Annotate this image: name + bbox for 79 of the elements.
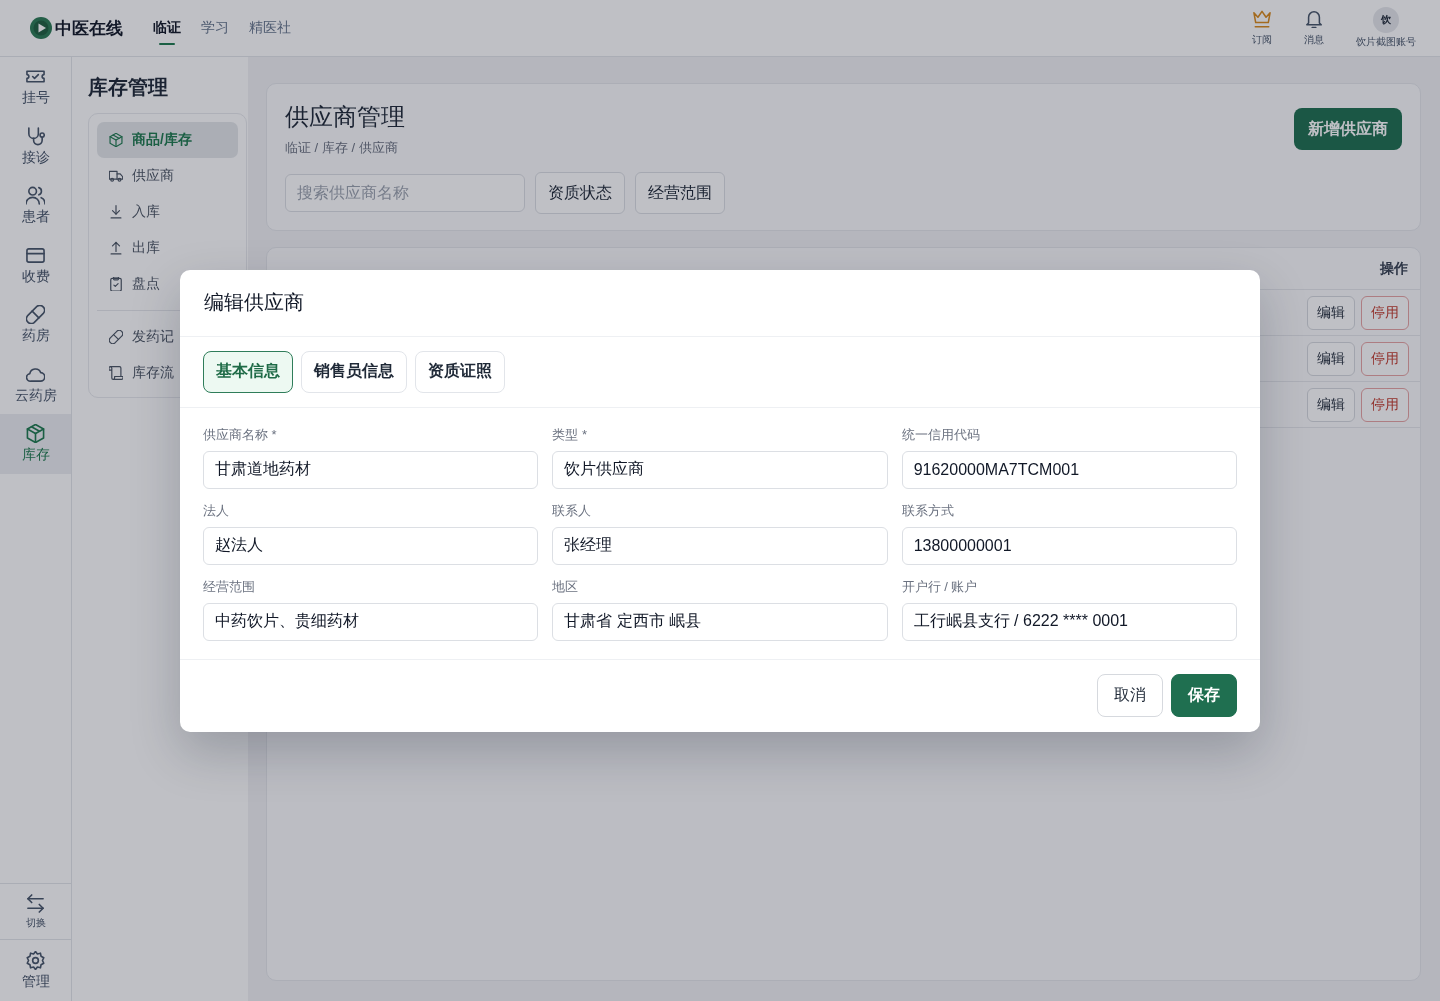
field-label: 供应商名称 * (203, 426, 277, 443)
input-field[interactable]: 张经理 (552, 526, 888, 565)
scroll-icon (109, 366, 123, 380)
field-label: 经营范围 (203, 578, 255, 595)
stethoscope-icon (26, 126, 45, 146)
save-button[interactable]: 保存 (1171, 673, 1237, 717)
search-field[interactable]: 搜索供应商名称 (285, 174, 525, 212)
input-field[interactable]: 饮片供应商 (552, 450, 888, 489)
input-field[interactable]: 中药饮片、贵细药材 (203, 602, 539, 641)
cancel-button[interactable]: 取消 (1097, 673, 1163, 717)
box-icon (26, 424, 45, 444)
field-label: 统一信用代码 (901, 426, 980, 443)
edit-button[interactable]: 编辑 (1307, 295, 1355, 330)
upload-icon (109, 241, 123, 255)
input-field[interactable]: 工行岷县支行 / 6222 **** 0001 (901, 602, 1237, 641)
nav-tab[interactable]: 临证 (153, 0, 181, 56)
section-title: 库存管理 (88, 75, 169, 100)
field-label: 法人 (203, 502, 229, 519)
field-label: 联系方式 (901, 502, 954, 519)
input-field[interactable]: 13800000001 (901, 526, 1237, 565)
sidebar-item[interactable]: 药房 (0, 295, 71, 355)
bell-icon (1305, 9, 1323, 28)
users-icon (26, 186, 45, 206)
page-title: 供应商管理 (285, 102, 405, 132)
crown-icon (1253, 9, 1271, 28)
disable-button[interactable]: 停用 (1361, 295, 1409, 330)
avatar[interactable]: 饮 (1373, 7, 1399, 33)
filter-button[interactable]: 资质状态 (535, 172, 625, 214)
nav-tab[interactable]: 精医社 (249, 0, 291, 56)
toolbar-button[interactable]: 消息 (1294, 9, 1334, 47)
column-header: 操作 (1380, 259, 1408, 278)
menu-item[interactable]: 库存流 (97, 355, 178, 391)
swap-icon (26, 894, 45, 913)
truck-icon (109, 169, 123, 183)
filter-button[interactable]: 经营范围 (635, 172, 725, 214)
tab[interactable]: 资质证照 (415, 350, 505, 393)
menu-item[interactable]: 供应商 (97, 158, 178, 194)
menu-item[interactable]: 入库 (97, 194, 164, 230)
sidebar-item[interactable]: 库存 (0, 414, 71, 474)
brand-name: 中医在线 (55, 17, 123, 40)
sidebar-item[interactable]: 管理 (0, 939, 71, 1001)
input-field[interactable]: 甘肃省 定西市 岷县 (552, 602, 888, 641)
menu-item[interactable]: 出库 (97, 230, 164, 266)
input-field[interactable]: 甘肃道地药材 (203, 450, 539, 489)
clipboard-icon (109, 277, 123, 291)
sidebar-item[interactable]: 挂号 (0, 57, 71, 117)
toolbar-button[interactable]: 订阅 (1242, 9, 1282, 47)
field-label: 类型 * (552, 426, 587, 443)
sidebar-item[interactable]: 云药房 (0, 354, 71, 414)
sidebar-item[interactable]: 接诊 (0, 116, 71, 176)
download-icon (109, 205, 123, 219)
account-name: 饮片截图账号 (1356, 35, 1416, 49)
menu-item[interactable]: 商品/库存 (97, 122, 238, 158)
input-field[interactable]: 91620000MA7TCM001 (901, 450, 1237, 489)
dialog-title: 编辑供应商 (204, 290, 304, 315)
menu-item[interactable]: 发药记 (97, 319, 178, 355)
field-label: 开户行 / 账户 (901, 578, 978, 595)
field-label: 地区 (552, 578, 579, 595)
edit-button[interactable]: 编辑 (1307, 341, 1355, 376)
menu-item[interactable]: 盘点 (97, 266, 164, 302)
sidebar-item[interactable]: 收费 (0, 235, 71, 295)
add-supplier-button[interactable]: 新增供应商 (1294, 108, 1402, 150)
pill-icon (26, 305, 45, 325)
nav-tab[interactable]: 学习 (201, 0, 229, 56)
pill-icon (109, 330, 123, 344)
tab[interactable]: 基本信息 (203, 350, 293, 393)
input-field[interactable]: 赵法人 (203, 526, 539, 565)
edit-button[interactable]: 编辑 (1307, 387, 1355, 422)
box-icon (109, 133, 123, 147)
disable-button[interactable]: 停用 (1361, 387, 1409, 422)
field-label: 联系人 (552, 502, 592, 519)
tab[interactable]: 销售员信息 (301, 350, 407, 393)
sidebar-item[interactable]: 患者 (0, 176, 71, 236)
play-logo-icon (30, 17, 52, 39)
card-icon (26, 245, 45, 265)
settings-icon (26, 951, 45, 970)
disable-button[interactable]: 停用 (1361, 341, 1409, 376)
breadcrumb: 临证 / 库存 / 供应商 (285, 139, 399, 157)
sidebar-item[interactable]: 切换 (0, 883, 71, 939)
